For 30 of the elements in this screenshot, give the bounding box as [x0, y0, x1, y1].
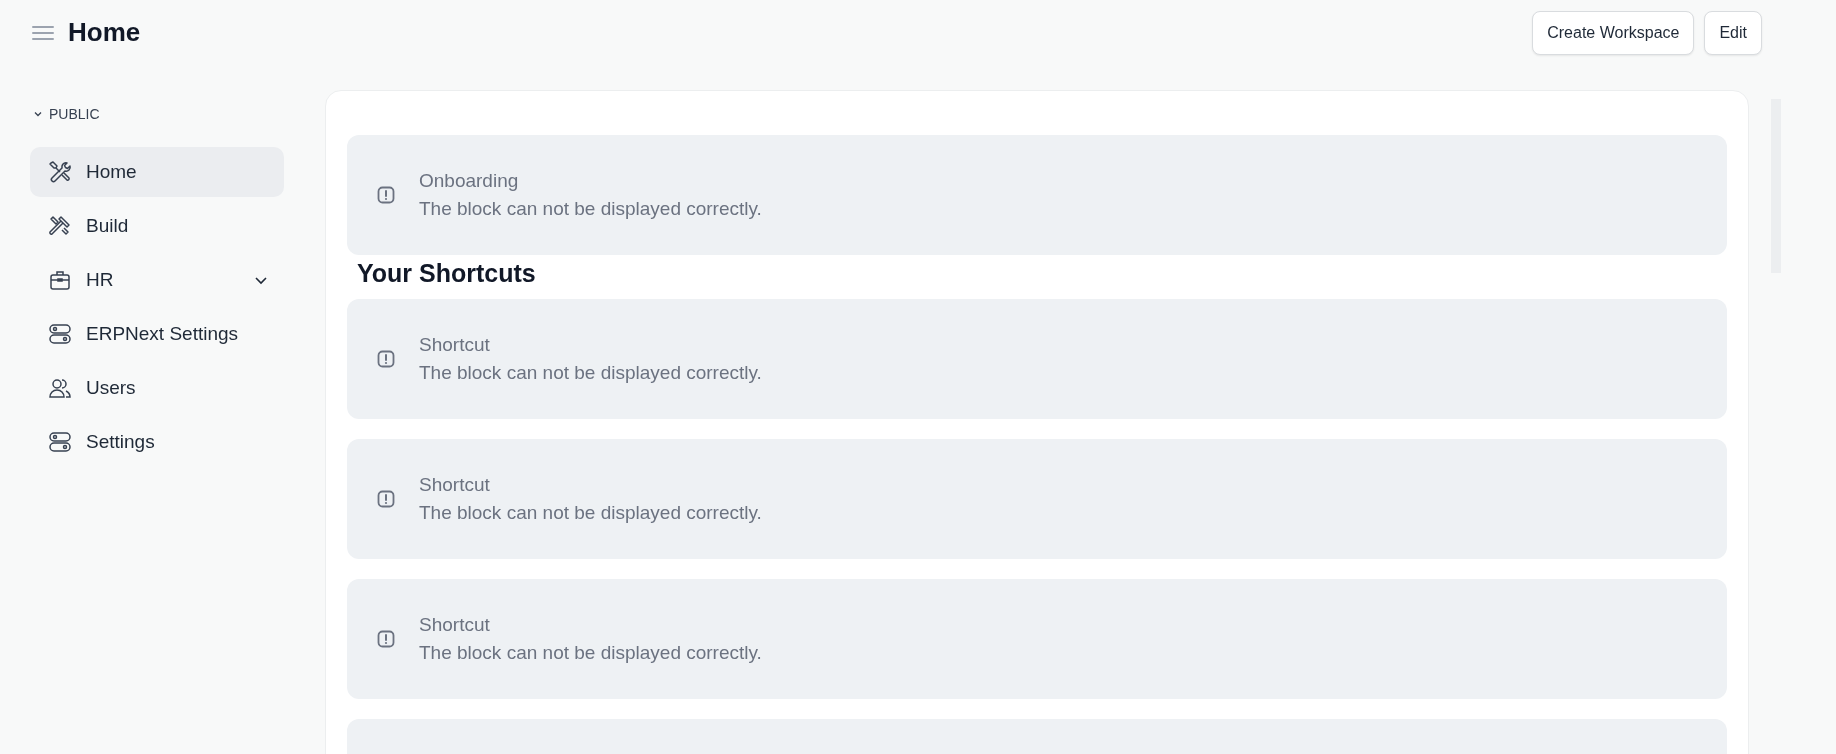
- block-message: The block can not be displayed correctly.: [419, 502, 762, 524]
- page-title: Home: [68, 17, 141, 48]
- tools-icon: [48, 160, 72, 184]
- users-icon: [48, 376, 72, 400]
- block-title: Shortcut: [419, 474, 491, 496]
- block-title: Shortcut: [419, 614, 491, 636]
- hammer-icon: [48, 214, 72, 238]
- section-heading: Your Shortcuts: [356, 258, 537, 288]
- sidebar-item[interactable]: HR: [30, 255, 284, 305]
- sidebar-item[interactable]: Users: [30, 363, 284, 413]
- sidebar-item[interactable]: Settings: [30, 417, 284, 467]
- alert-icon: [377, 186, 395, 204]
- block-message: The block can not be displayed correctly.: [419, 198, 762, 220]
- block-message: The block can not be displayed correctly.: [419, 642, 762, 664]
- alert-icon: [377, 630, 395, 648]
- sidebar-item[interactable]: Build: [30, 201, 284, 251]
- chevron-icon[interactable]: [33, 109, 43, 119]
- alert-icon: [377, 490, 395, 508]
- block-message: The block can not be displayed correctly.: [419, 362, 762, 384]
- alert-icon: [377, 350, 395, 368]
- toggles-icon: [48, 430, 72, 454]
- header-button[interactable]: Create Workspace: [1532, 10, 1695, 55]
- header-button[interactable]: Edit: [1704, 10, 1762, 55]
- toggles-icon: [48, 322, 72, 346]
- block-title: Onboarding: [419, 170, 520, 192]
- sidebar-item[interactable]: Home: [30, 147, 284, 197]
- block-title: Shortcut: [419, 334, 491, 356]
- section-label: PUBLIC: [49, 106, 100, 122]
- sidebar-item[interactable]: ERPNext Settings: [30, 309, 284, 359]
- briefcase-icon: [48, 268, 72, 292]
